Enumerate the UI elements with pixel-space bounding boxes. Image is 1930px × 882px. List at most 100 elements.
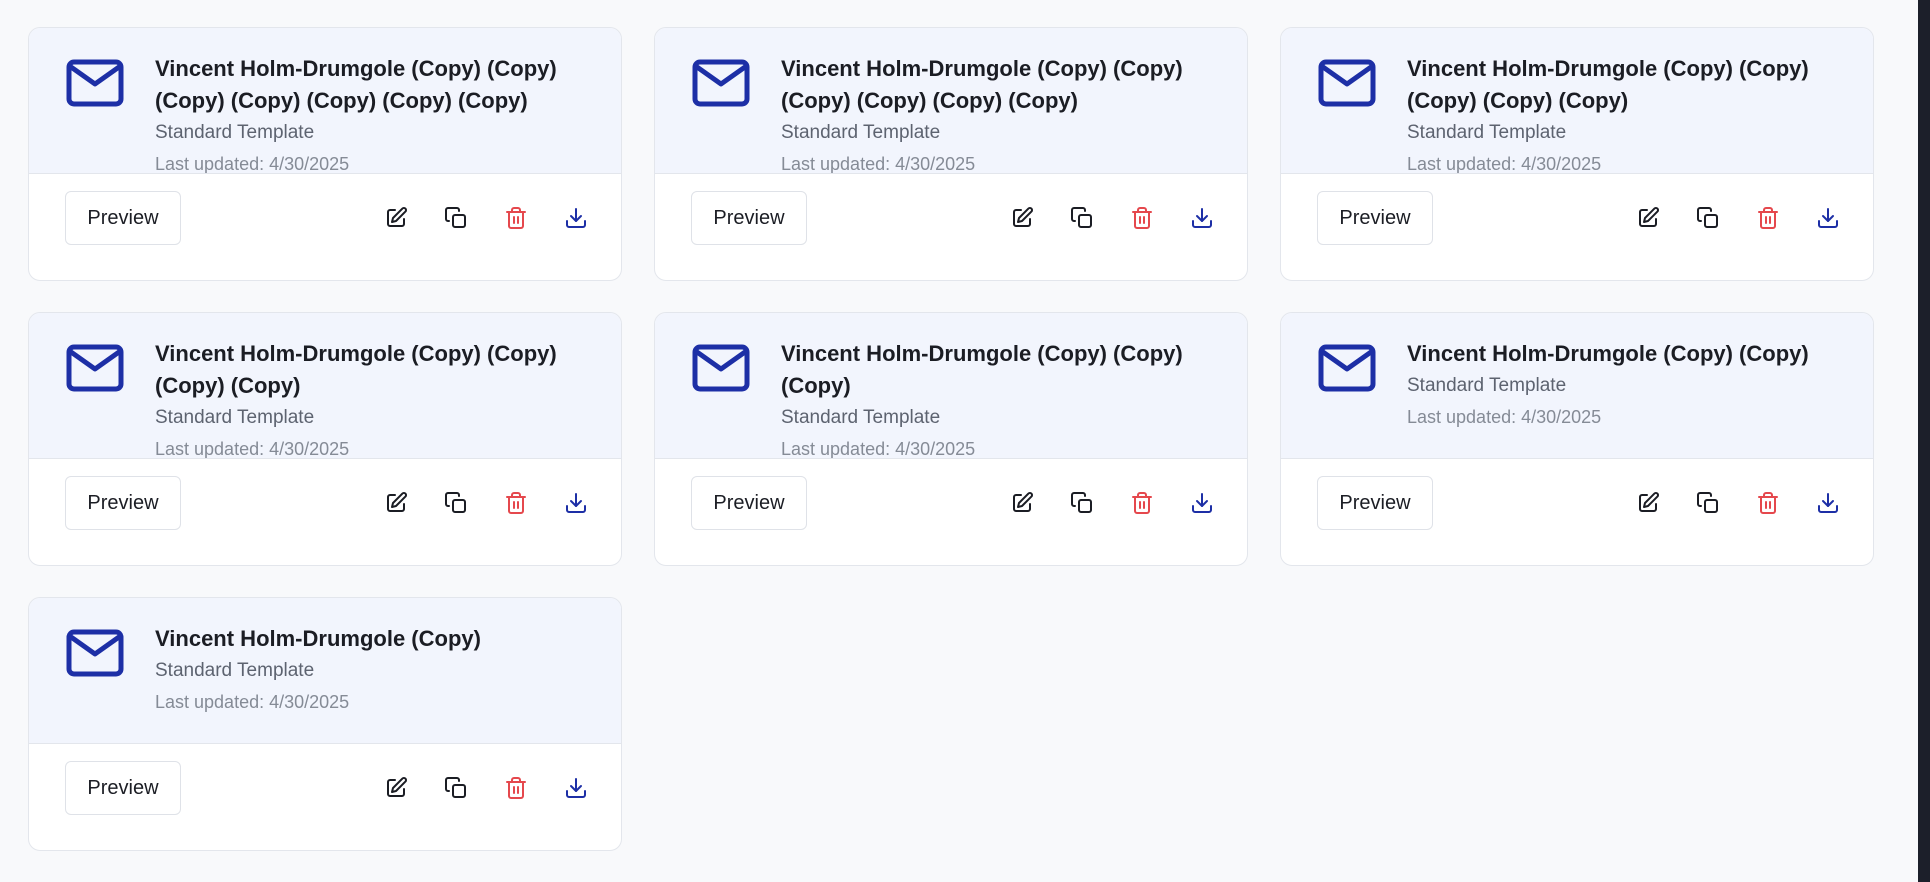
card-text: Vincent Holm-Drumgole (Copy) Standard Te… (155, 623, 567, 713)
card-header: Vincent Holm-Drumgole (Copy) (Copy) (Cop… (655, 28, 1247, 174)
template-title[interactable]: Vincent Holm-Drumgole (Copy) (155, 623, 567, 655)
card-actions (1635, 205, 1841, 231)
trash-icon[interactable] (503, 775, 529, 801)
download-icon[interactable] (1815, 490, 1841, 516)
template-card: Vincent Holm-Drumgole (Copy) (Copy) (Cop… (28, 27, 622, 281)
copy-icon[interactable] (443, 775, 469, 801)
mail-icon (66, 629, 124, 677)
last-updated-text: Last updated: 4/30/2025 (781, 154, 976, 174)
template-card: Vincent Holm-Drumgole (Copy) (Copy) (Cop… (1280, 27, 1874, 281)
template-type: Standard Template (1407, 375, 1567, 396)
template-type: Standard Template (1407, 122, 1567, 143)
card-actions (383, 775, 589, 801)
edit-icon[interactable] (383, 490, 409, 516)
template-card: Vincent Holm-Drumgole (Copy) (Copy) (Cop… (654, 312, 1248, 566)
template-type: Standard Template (155, 122, 315, 143)
template-card: Vincent Holm-Drumgole (Copy) (Copy) (Cop… (28, 312, 622, 566)
edit-icon[interactable] (1009, 490, 1035, 516)
card-header: Vincent Holm-Drumgole (Copy) Standard Te… (29, 598, 621, 744)
template-card: Vincent Holm-Drumgole (Copy) (Copy) Stan… (1280, 312, 1874, 566)
trash-icon[interactable] (1755, 205, 1781, 231)
card-header: Vincent Holm-Drumgole (Copy) (Copy) Stan… (1281, 313, 1873, 459)
preview-button[interactable]: Preview (1317, 476, 1433, 530)
mail-icon (1318, 344, 1376, 392)
template-card: Vincent Holm-Drumgole (Copy) Standard Te… (28, 597, 622, 851)
card-text: Vincent Holm-Drumgole (Copy) (Copy) (Cop… (155, 53, 567, 174)
download-icon[interactable] (563, 205, 589, 231)
trash-icon[interactable] (503, 205, 529, 231)
template-gallery: Vincent Holm-Drumgole (Copy) (Copy) (Cop… (0, 0, 1930, 882)
card-header: Vincent Holm-Drumgole (Copy) (Copy) (Cop… (29, 28, 621, 174)
template-title[interactable]: Vincent Holm-Drumgole (Copy) (Copy) (Cop… (1407, 53, 1819, 117)
last-updated-text: Last updated: 4/30/2025 (155, 439, 350, 459)
preview-button[interactable]: Preview (691, 191, 807, 245)
template-type: Standard Template (781, 122, 941, 143)
copy-icon[interactable] (443, 490, 469, 516)
template-title[interactable]: Vincent Holm-Drumgole (Copy) (Copy) (1407, 338, 1819, 370)
mail-icon (692, 59, 750, 107)
edit-icon[interactable] (1635, 490, 1661, 516)
card-footer: Preview (29, 744, 621, 850)
template-title[interactable]: Vincent Holm-Drumgole (Copy) (Copy) (Cop… (781, 53, 1193, 117)
last-updated-text: Last updated: 4/30/2025 (1407, 407, 1602, 427)
preview-button[interactable]: Preview (65, 761, 181, 815)
card-actions (383, 205, 589, 231)
card-footer: Preview (1281, 174, 1873, 280)
copy-icon[interactable] (443, 205, 469, 231)
preview-button[interactable]: Preview (691, 476, 807, 530)
card-footer: Preview (655, 174, 1247, 280)
preview-button[interactable]: Preview (65, 191, 181, 245)
last-updated-text: Last updated: 4/30/2025 (155, 692, 350, 712)
mail-icon (692, 344, 750, 392)
last-updated-text: Last updated: 4/30/2025 (155, 154, 350, 174)
card-header: Vincent Holm-Drumgole (Copy) (Copy) (Cop… (655, 313, 1247, 459)
card-actions (1009, 205, 1215, 231)
scrollbar[interactable] (1918, 0, 1930, 882)
card-header: Vincent Holm-Drumgole (Copy) (Copy) (Cop… (29, 313, 621, 459)
trash-icon[interactable] (1129, 205, 1155, 231)
card-footer: Preview (1281, 459, 1873, 565)
last-updated-text: Last updated: 4/30/2025 (1407, 154, 1602, 174)
trash-icon[interactable] (1755, 490, 1781, 516)
template-grid: Vincent Holm-Drumgole (Copy) (Copy) (Cop… (28, 27, 1876, 851)
preview-button[interactable]: Preview (1317, 191, 1433, 245)
card-text: Vincent Holm-Drumgole (Copy) (Copy) (Cop… (1407, 53, 1819, 174)
preview-button[interactable]: Preview (65, 476, 181, 530)
card-footer: Preview (655, 459, 1247, 565)
copy-icon[interactable] (1695, 490, 1721, 516)
mail-icon (66, 344, 124, 392)
trash-icon[interactable] (503, 490, 529, 516)
template-title[interactable]: Vincent Holm-Drumgole (Copy) (Copy) (Cop… (155, 53, 567, 117)
download-icon[interactable] (1189, 205, 1215, 231)
copy-icon[interactable] (1695, 205, 1721, 231)
mail-icon (66, 59, 124, 107)
card-actions (1009, 490, 1215, 516)
copy-icon[interactable] (1069, 490, 1095, 516)
template-card: Vincent Holm-Drumgole (Copy) (Copy) (Cop… (654, 27, 1248, 281)
last-updated-text: Last updated: 4/30/2025 (781, 439, 976, 459)
trash-icon[interactable] (1129, 490, 1155, 516)
card-text: Vincent Holm-Drumgole (Copy) (Copy) (Cop… (155, 338, 567, 459)
download-icon[interactable] (563, 775, 589, 801)
download-icon[interactable] (1815, 205, 1841, 231)
card-actions (1635, 490, 1841, 516)
template-title[interactable]: Vincent Holm-Drumgole (Copy) (Copy) (Cop… (781, 338, 1193, 402)
card-text: Vincent Holm-Drumgole (Copy) (Copy) (Cop… (781, 53, 1193, 174)
copy-icon[interactable] (1069, 205, 1095, 231)
edit-icon[interactable] (383, 775, 409, 801)
template-title[interactable]: Vincent Holm-Drumgole (Copy) (Copy) (Cop… (155, 338, 567, 402)
template-type: Standard Template (155, 407, 315, 428)
card-text: Vincent Holm-Drumgole (Copy) (Copy) (Cop… (781, 338, 1193, 459)
edit-icon[interactable] (1635, 205, 1661, 231)
edit-icon[interactable] (1009, 205, 1035, 231)
card-header: Vincent Holm-Drumgole (Copy) (Copy) (Cop… (1281, 28, 1873, 174)
template-type: Standard Template (781, 407, 941, 428)
download-icon[interactable] (1189, 490, 1215, 516)
mail-icon (1318, 59, 1376, 107)
template-type: Standard Template (155, 660, 315, 681)
card-footer: Preview (29, 174, 621, 280)
card-actions (383, 490, 589, 516)
download-icon[interactable] (563, 490, 589, 516)
edit-icon[interactable] (383, 205, 409, 231)
card-text: Vincent Holm-Drumgole (Copy) (Copy) Stan… (1407, 338, 1819, 428)
